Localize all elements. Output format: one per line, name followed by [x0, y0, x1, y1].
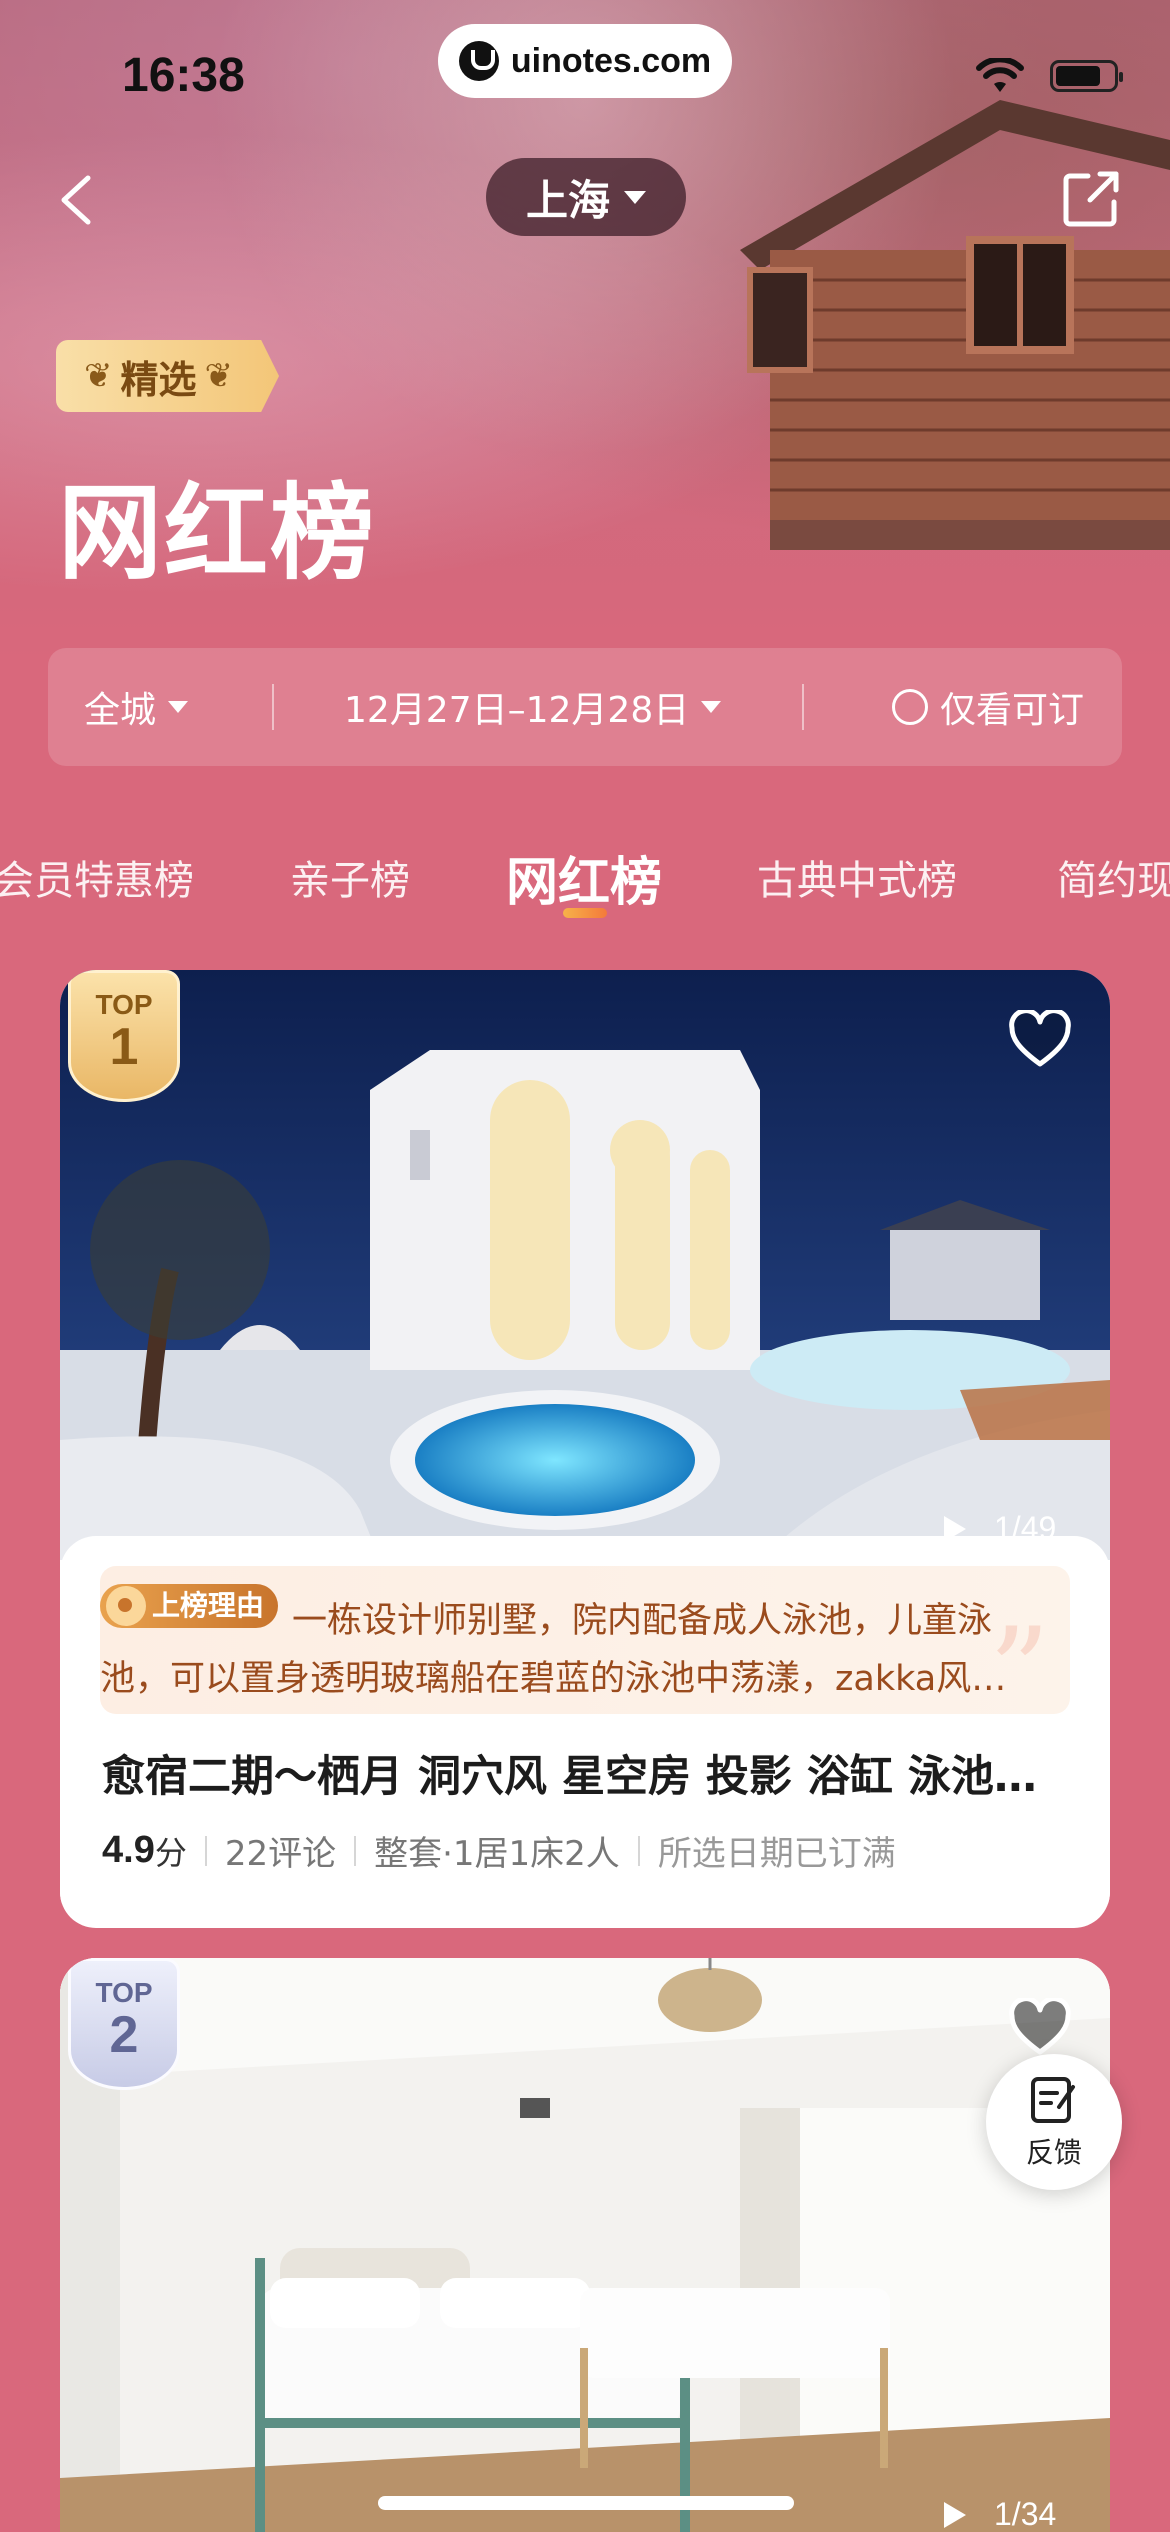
mascot-icon [106, 1586, 146, 1626]
filter-city[interactable]: 全城 [84, 681, 189, 733]
filter-divider [272, 684, 274, 730]
rank-badge-number: 1 [109, 1018, 139, 1076]
url-text: uinotes.com [510, 41, 712, 80]
wifi-icon [976, 58, 1024, 92]
availability-status: 所选日期已订满 [657, 1834, 896, 1874]
tab-minimalist[interactable]: 简约现 [1057, 848, 1170, 906]
listing-card[interactable]: TOP 2 1/34 [60, 1958, 1110, 2532]
listing-photo [60, 970, 1110, 1560]
rank-badge-number: 2 [109, 2006, 139, 2064]
listing-photo [60, 1958, 1110, 2532]
listing-meta: 4.9 分 22评论 整套·1居1床2人 所选日期已订满 [102, 1826, 896, 1875]
listing-title[interactable]: 愈宿二期～栖月 洞穴风 星空房 投影 浴缸 泳池别墅 [102, 1742, 1062, 1804]
reason-tag-label: 上榜理由 [152, 1589, 265, 1622]
reason-text: 上榜理由 一栋设计师别墅，院内配备成人泳池，儿童泳 池，可以置身透明玻璃船在碧蓝… [100, 1584, 1070, 1708]
share-button[interactable] [1060, 168, 1122, 230]
meta-divider [354, 1835, 357, 1866]
photo-counter: 1/34 [944, 2496, 1056, 2532]
room-type: 整套·1居1床2人 [374, 1834, 620, 1874]
rank-badge-top: TOP [95, 989, 153, 1020]
status-time: 16:38 [122, 49, 245, 102]
feedback-label: 反馈 [1025, 2136, 1082, 2169]
laurel-left-icon: ❦ [84, 356, 113, 396]
rank-badge-top: TOP [95, 1977, 153, 2008]
edit-note-icon [1031, 2077, 1075, 2123]
chevron-down-icon [701, 701, 722, 713]
meta-divider [204, 1835, 207, 1866]
status-icons [976, 58, 1123, 94]
filter-date-label: 12月27日–12月28日 [344, 690, 690, 731]
featured-badge-label: 精选 [120, 357, 197, 402]
filter-city-label: 全城 [84, 690, 157, 731]
favorite-heart-icon[interactable] [1008, 1010, 1072, 1068]
filter-available-label: 仅看可订 [939, 690, 1084, 731]
page-title: 网红榜 [58, 472, 377, 594]
cabin-illustration [740, 100, 1170, 550]
active-tab-indicator [563, 908, 607, 918]
radio-icon [891, 689, 928, 725]
filter-divider [802, 684, 804, 730]
laurel-right-icon: ❦ [204, 356, 234, 396]
rating-score: 4.9 [102, 1829, 155, 1871]
url-pill[interactable]: uinotes.com [438, 24, 732, 98]
rank-badge: TOP 2 [68, 1958, 180, 2090]
feedback-button[interactable]: 反馈 [986, 2054, 1122, 2190]
filter-date-range[interactable]: 12月27日–12月28日 [344, 681, 722, 733]
tab-member-deals[interactable]: 会员特惠榜 [0, 848, 194, 906]
tab-classic-chinese[interactable]: 古典中式榜 [757, 848, 957, 906]
play-icon [944, 2501, 966, 2528]
reason-line-1: 一栋设计师别墅，院内配备成人泳池，儿童泳 [292, 1601, 993, 1641]
listing-card[interactable]: TOP 1 1/49 上榜理由 一栋设计师别墅，院内配备成人泳池，儿童泳 池，可… [60, 970, 1110, 1928]
reason-line-2: 池，可以置身透明玻璃船在碧蓝的泳池中荡漾，zakka风格的装修 [100, 1659, 1030, 1699]
site-logo-icon [458, 41, 499, 81]
rank-badge: TOP 1 [68, 970, 180, 1102]
tab-family[interactable]: 亲子榜 [290, 848, 410, 906]
home-indicator[interactable] [378, 2496, 794, 2510]
filter-bar: 全城 12月27日–12月28日 仅看可订 [48, 648, 1122, 766]
meta-divider [637, 1835, 640, 1866]
status-bar: 16:38 uinotes.com [0, 0, 1170, 140]
listing-body: 上榜理由 一栋设计师别墅，院内配备成人泳池，儿童泳 池，可以置身透明玻璃船在碧蓝… [60, 1536, 1110, 1904]
rating-unit: 分 [154, 1833, 187, 1872]
review-count: 22评论 [224, 1834, 337, 1874]
quote-mark-icon: ” [988, 1603, 1050, 1742]
featured-badge: ❦ 精选 ❦ [56, 340, 280, 412]
chevron-down-icon [168, 701, 189, 713]
city-selector[interactable]: 上海 [486, 158, 686, 236]
tab-influencer[interactable]: 网红榜 [506, 840, 662, 915]
back-button[interactable] [50, 170, 110, 230]
filter-available-toggle[interactable]: 仅看可订 [891, 681, 1084, 733]
chevron-down-icon [624, 190, 646, 204]
city-label: 上海 [525, 175, 610, 225]
reason-box: 上榜理由 一栋设计师别墅，院内配备成人泳池，儿童泳 池，可以置身透明玻璃船在碧蓝… [100, 1566, 1070, 1742]
favorite-heart-icon[interactable] [1008, 1998, 1072, 2056]
reason-tag: 上榜理由 [100, 1584, 279, 1628]
battery-icon [1050, 60, 1123, 92]
photo-count-label: 1/34 [994, 2496, 1057, 2532]
